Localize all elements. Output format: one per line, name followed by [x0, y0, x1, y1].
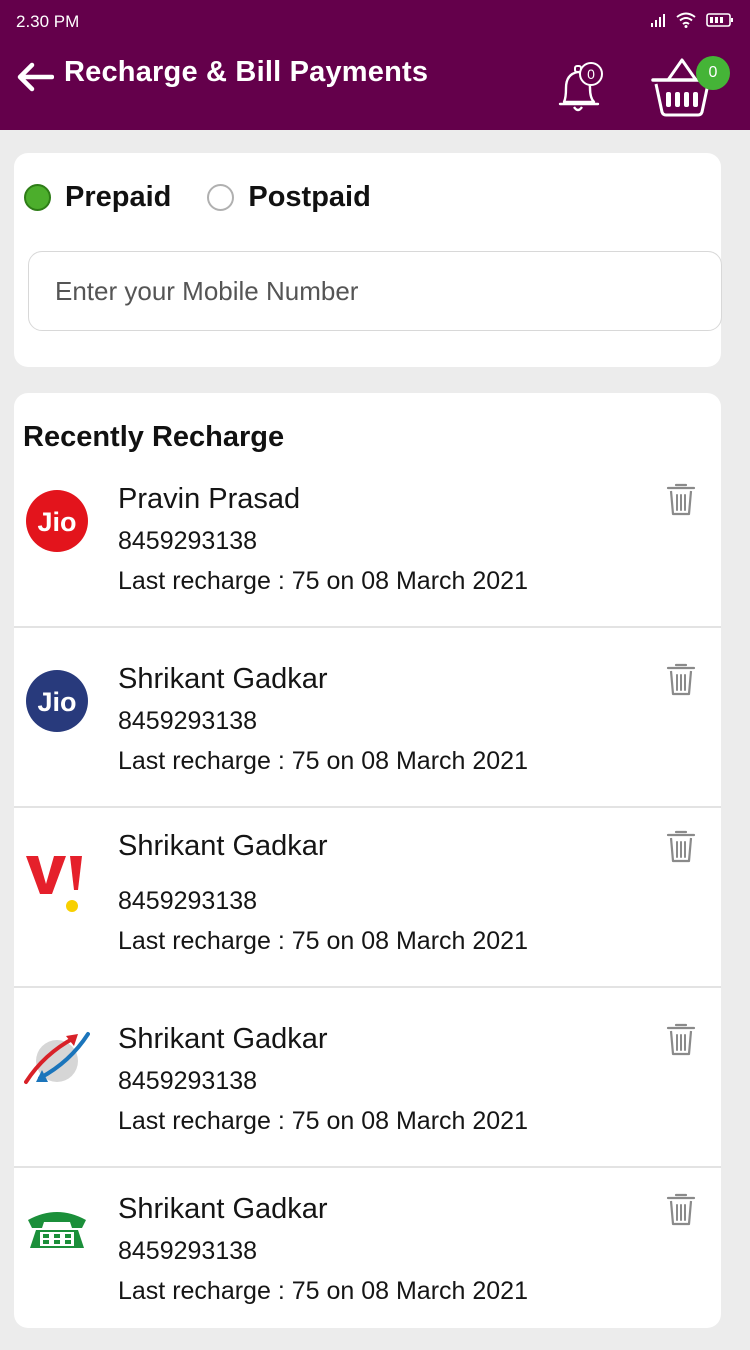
- contact-number: 8459293138: [118, 707, 258, 735]
- contact-number: 8459293138: [118, 1067, 258, 1095]
- jio-logo-icon: Jio: [26, 490, 88, 552]
- prepaid-radio[interactable]: [24, 183, 51, 211]
- contact-number: 8459293138: [118, 527, 258, 555]
- recent-recharge-row[interactable]: Jio Shrikant Gadkar 8459293138 Last rech…: [14, 628, 721, 808]
- contact-number: 8459293138: [118, 887, 258, 915]
- trash-icon[interactable]: [666, 828, 696, 864]
- recent-recharge-row[interactable]: Shrikant Gadkar 8459293138 Last recharge…: [14, 1168, 721, 1328]
- last-recharge-text: Last recharge : 75 on 08 March 2021: [118, 927, 528, 955]
- postpaid-label: Postpaid: [248, 180, 371, 213]
- last-recharge-text: Last recharge : 75 on 08 March 2021: [118, 567, 528, 595]
- mtnl-logo-icon: [28, 1212, 86, 1248]
- recharge-form-card: Prepaid Postpaid: [14, 153, 722, 367]
- contact-name: Pravin Prasad: [118, 483, 301, 515]
- contact-number: 8459293138: [118, 1237, 258, 1265]
- svg-text:Jio: Jio: [37, 687, 76, 717]
- battery-icon: [706, 13, 733, 27]
- contact-name: Shrikant Gadkar: [118, 1193, 328, 1225]
- wifi-icon: [676, 12, 696, 28]
- recent-recharge-card: Recently Recharge Jio Pravin Prasad 8459…: [14, 393, 721, 1328]
- section-title: Recently Recharge: [23, 421, 285, 453]
- bsnl-logo-icon: [24, 1032, 90, 1084]
- page-title: Recharge & Bill Payments: [64, 56, 429, 88]
- last-recharge-text: Last recharge : 75 on 08 March 2021: [118, 747, 528, 775]
- trash-icon[interactable]: [666, 1021, 696, 1057]
- notification-button[interactable]: 0: [552, 58, 608, 116]
- prepaid-label: Prepaid: [65, 180, 172, 213]
- status-time: 2.30 PM: [16, 12, 80, 31]
- jio-logo-icon: Jio: [26, 670, 88, 732]
- contact-name: Shrikant Gadkar: [118, 663, 328, 695]
- signal-icon: [651, 14, 665, 27]
- status-icons: [650, 12, 734, 28]
- bell-icon: 0: [558, 62, 603, 112]
- cart-count-badge: 0: [696, 56, 730, 90]
- postpaid-option[interactable]: Postpaid: [207, 180, 371, 214]
- trash-icon[interactable]: [666, 481, 696, 517]
- vi-logo-icon: [26, 856, 82, 912]
- app-bar: 2.30 PM Recharge & Bill Payments 0 0: [0, 0, 750, 130]
- arrow-left-icon: [17, 62, 54, 92]
- postpaid-radio[interactable]: [207, 183, 235, 211]
- svg-text:Jio: Jio: [37, 507, 76, 537]
- contact-name: Shrikant Gadkar: [118, 830, 328, 862]
- prepaid-option[interactable]: Prepaid: [24, 181, 171, 214]
- notification-count: 0: [587, 66, 595, 82]
- plan-type-radio-group: Prepaid Postpaid: [24, 177, 407, 217]
- last-recharge-text: Last recharge : 75 on 08 March 2021: [118, 1107, 528, 1135]
- last-recharge-text: Last recharge : 75 on 08 March 2021: [118, 1277, 528, 1305]
- recent-recharge-row[interactable]: Shrikant Gadkar 8459293138 Last recharge…: [14, 808, 721, 988]
- mobile-number-input[interactable]: [28, 251, 722, 331]
- recent-recharge-row[interactable]: Jio Pravin Prasad 8459293138 Last rechar…: [14, 463, 721, 628]
- trash-icon[interactable]: [666, 661, 696, 697]
- contact-name: Shrikant Gadkar: [118, 1023, 328, 1055]
- back-button[interactable]: [16, 58, 54, 96]
- recent-recharge-row[interactable]: Shrikant Gadkar 8459293138 Last recharge…: [14, 988, 721, 1168]
- trash-icon[interactable]: [666, 1191, 696, 1227]
